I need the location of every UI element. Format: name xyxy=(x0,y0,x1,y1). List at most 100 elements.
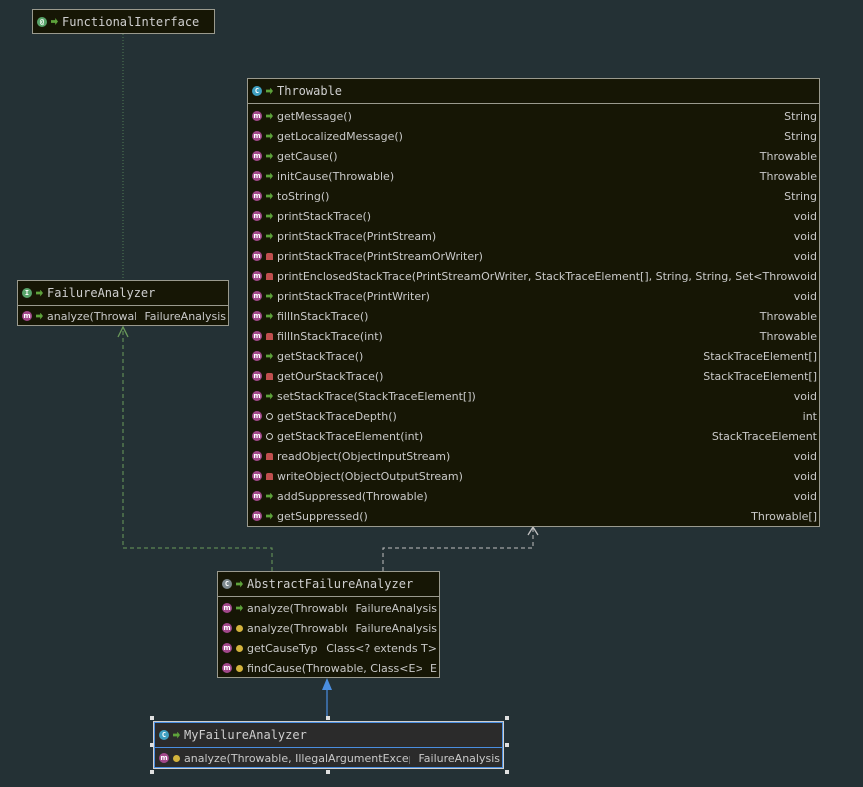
node-title: AbstractFailureAnalyzer xyxy=(247,577,414,591)
abstract-failure-analyzer-node[interactable]: C AbstractFailureAnalyzer m analyze(Throw… xyxy=(217,571,440,678)
method-signature: findCause(Throwable, Class<E>) xyxy=(247,661,423,675)
method-row[interactable]: m getMessage() String xyxy=(248,106,819,126)
method-list: m analyze(Throwable) FailureAnalysis m analy… xyxy=(218,597,439,678)
my-failure-analyzer-node[interactable]: C MyFailureAnalyzer m analyze(Throwable, … xyxy=(153,721,504,769)
private-icon xyxy=(266,472,273,480)
method-icon: m xyxy=(252,251,262,261)
method-signature: analyze(Throwable, IllegalArgumentExcept… xyxy=(184,751,410,765)
node-title: FunctionalInterface xyxy=(62,14,200,29)
public-icon xyxy=(236,604,243,612)
selection-handle[interactable] xyxy=(326,770,330,774)
return-type: StackTraceElement[] xyxy=(703,369,817,383)
method-row[interactable]: m getCauseType() Class<? extends T> xyxy=(218,638,439,658)
method-row[interactable]: m printStackTrace(PrintStreamOrWriter) voi… xyxy=(248,246,819,266)
public-icon xyxy=(36,312,43,320)
method-row[interactable]: m analyze(Throwable, IllegalArgumentExcep… xyxy=(155,748,502,768)
protected-icon xyxy=(173,754,180,762)
method-icon: m xyxy=(252,451,262,461)
public-icon xyxy=(266,212,273,220)
return-type: Throwable xyxy=(759,169,817,183)
method-signature: writeObject(ObjectOutputStream) xyxy=(277,469,463,483)
method-row[interactable]: m printEnclosedStackTrace(PrintStreamOrWr… xyxy=(248,266,819,286)
method-row[interactable]: m addSuppressed(Throwable) void xyxy=(248,486,819,506)
public-icon xyxy=(173,731,180,739)
return-type: void xyxy=(793,389,817,403)
class-icon: C xyxy=(252,86,262,96)
method-icon: m xyxy=(252,491,262,501)
method-row[interactable]: m getLocalizedMessage() String xyxy=(248,126,819,146)
method-icon: m xyxy=(252,131,262,141)
node-title: Throwable xyxy=(277,84,343,98)
protected-icon xyxy=(236,624,243,632)
return-type: FailureAnalysis xyxy=(355,621,437,635)
method-icon: m xyxy=(252,431,262,441)
public-icon xyxy=(266,512,273,520)
method-row[interactable]: m findCause(Throwable, Class<E>) E xyxy=(218,658,439,678)
public-icon xyxy=(266,292,273,300)
method-signature: getCause() xyxy=(277,149,338,163)
method-row[interactable]: m readObject(ObjectInputStream) void xyxy=(248,446,819,466)
method-icon: m xyxy=(252,231,262,241)
failure-analyzer-node[interactable]: I FailureAnalyzer m analyze(Throwable) Fai… xyxy=(17,280,229,326)
abstract-class-icon: C xyxy=(222,579,232,589)
return-type: FailureAnalysis xyxy=(144,309,226,323)
selection-handle[interactable] xyxy=(150,716,154,720)
method-icon: m xyxy=(252,151,262,161)
method-signature: analyze(Throwable, T) xyxy=(247,621,348,635)
private-icon xyxy=(266,332,273,340)
method-icon: m xyxy=(252,111,262,121)
public-icon xyxy=(266,312,273,320)
method-row[interactable]: m getStackTraceElement(int) StackTraceElem… xyxy=(248,426,819,446)
method-row[interactable]: m analyze(Throwable, T) FailureAnalysis xyxy=(218,618,439,638)
selection-handle[interactable] xyxy=(150,770,154,774)
method-icon: m xyxy=(159,753,169,763)
method-row[interactable]: m setStackTrace(StackTraceElement[]) void xyxy=(248,386,819,406)
selection-handle[interactable] xyxy=(505,743,509,747)
method-row[interactable]: m initCause(Throwable) Throwable xyxy=(248,166,819,186)
return-type: Throwable[] xyxy=(751,509,817,523)
method-row[interactable]: m writeObject(ObjectOutputStream) void xyxy=(248,466,819,486)
return-type: void xyxy=(793,449,817,463)
method-row[interactable]: m analyze(Throwable) FailureAnalysis xyxy=(18,306,228,326)
selection-handle[interactable] xyxy=(505,770,509,774)
method-list: m analyze(Throwable, IllegalArgumentExcep… xyxy=(155,748,502,768)
method-row[interactable]: m getSuppressed() Throwable[] xyxy=(248,506,819,526)
node-title: MyFailureAnalyzer xyxy=(184,728,307,742)
return-type: String xyxy=(784,189,817,203)
method-icon: m xyxy=(252,371,262,381)
method-row[interactable]: m getCause() Throwable xyxy=(248,146,819,166)
method-row[interactable]: m getOurStackTrace() StackTraceElement[] xyxy=(248,366,819,386)
return-type: void xyxy=(793,209,817,223)
method-signature: fillInStackTrace(int) xyxy=(277,329,383,343)
method-signature: printStackTrace(PrintStream) xyxy=(277,229,437,243)
method-row[interactable]: m toString() String xyxy=(248,186,819,206)
method-icon: m xyxy=(252,351,262,361)
method-signature: analyze(Throwable) xyxy=(247,601,348,615)
method-signature: readObject(ObjectInputStream) xyxy=(277,449,451,463)
method-row[interactable]: m fillInStackTrace(int) Throwable xyxy=(248,326,819,346)
method-row[interactable]: m printStackTrace(PrintWriter) void xyxy=(248,286,819,306)
selection-handle[interactable] xyxy=(326,716,330,720)
selection-handle[interactable] xyxy=(150,743,154,747)
return-type: FailureAnalysis xyxy=(355,601,437,615)
method-row[interactable]: m getStackTraceDepth() int xyxy=(248,406,819,426)
selection-handle[interactable] xyxy=(505,716,509,720)
functional-interface-node[interactable]: @ FunctionalInterface xyxy=(32,9,215,34)
return-type: StackTraceElement[] xyxy=(703,349,817,363)
return-type: FailureAnalysis xyxy=(418,751,500,765)
method-row[interactable]: m printStackTrace() void xyxy=(248,206,819,226)
throwable-node[interactable]: C Throwable m getMessage() String m getLocal… xyxy=(247,78,820,527)
public-icon xyxy=(51,18,58,25)
protected-icon xyxy=(236,664,243,672)
method-row[interactable]: m getStackTrace() StackTraceElement[] xyxy=(248,346,819,366)
method-row[interactable]: m printStackTrace(PrintStream) void xyxy=(248,226,819,246)
public-icon xyxy=(266,172,273,180)
interface-icon: I xyxy=(22,288,32,298)
public-icon xyxy=(266,132,273,140)
method-icon: m xyxy=(222,643,232,653)
return-type: Throwable xyxy=(759,329,817,343)
method-signature: setStackTrace(StackTraceElement[]) xyxy=(277,389,476,403)
method-row[interactable]: m fillInStackTrace() Throwable xyxy=(248,306,819,326)
method-row[interactable]: m analyze(Throwable) FailureAnalysis xyxy=(218,598,439,618)
method-signature: getMessage() xyxy=(277,109,352,123)
